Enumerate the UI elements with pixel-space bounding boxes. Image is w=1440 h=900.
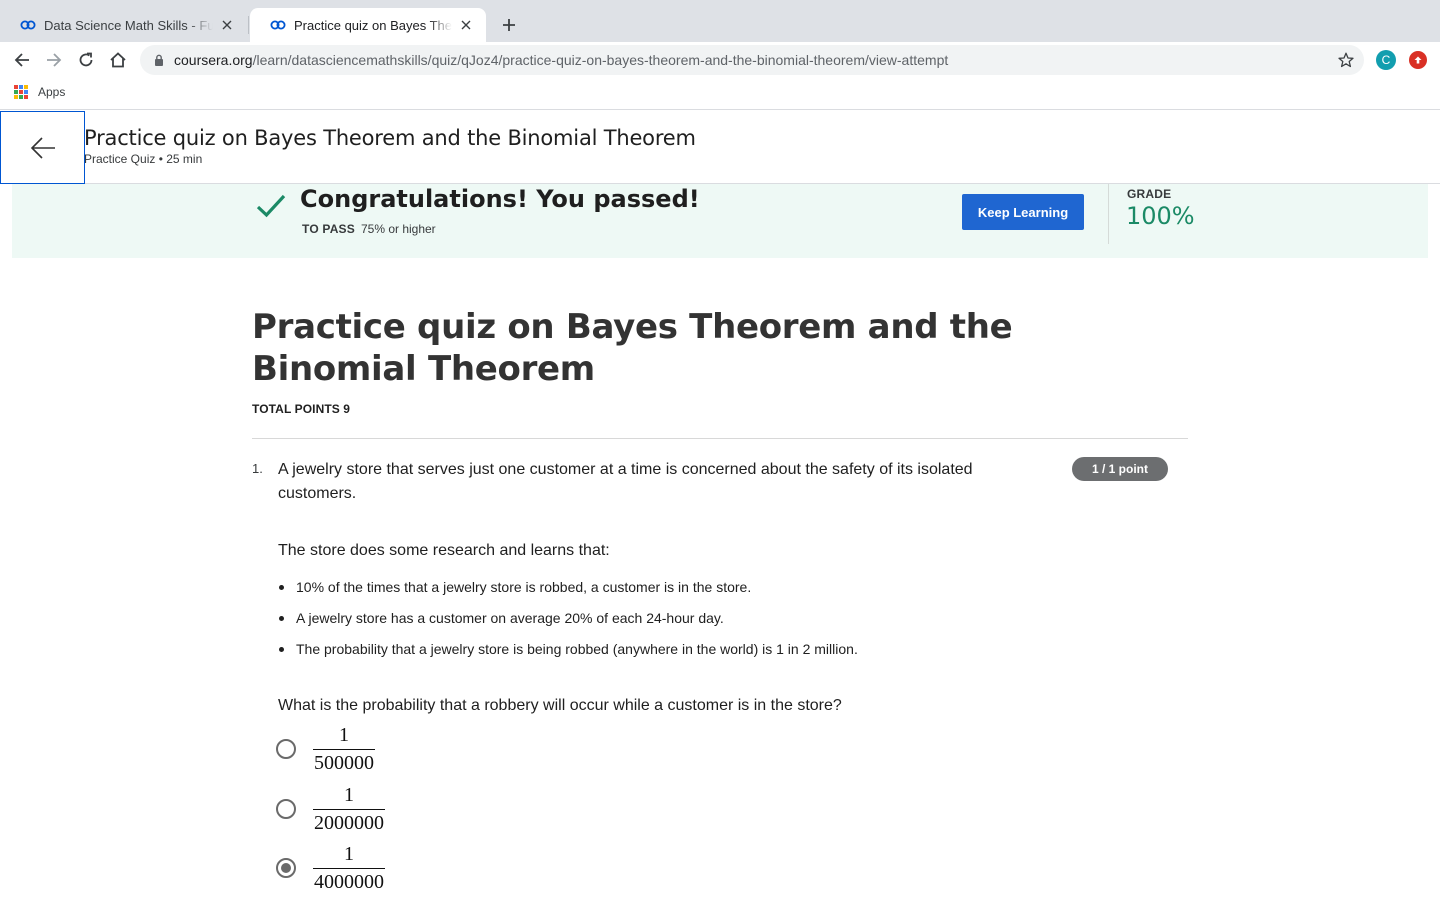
fraction-denominator: 4000000	[314, 871, 384, 893]
list-item: 10% of the times that a jewelry store is…	[278, 577, 1078, 608]
fact-text: The probability that a jewelry store is …	[296, 641, 858, 657]
reload-button[interactable]	[73, 47, 99, 73]
quiz-title: Practice quiz on Bayes Theorem and the B…	[252, 307, 1013, 389]
radio-fill	[281, 863, 291, 873]
fraction-denominator: 2000000	[314, 812, 384, 834]
fraction-numerator: 1	[339, 724, 349, 746]
url-text: coursera.org/learn/datasciencemathskills…	[174, 52, 948, 68]
divider	[252, 438, 1188, 439]
fraction-bar	[313, 749, 375, 750]
lock-icon	[152, 53, 166, 67]
home-button[interactable]	[105, 47, 131, 73]
browser-tab-data-science[interactable]: Data Science Math Skills - Fun	[0, 8, 247, 42]
browser-toolbar: coursera.org/learn/datasciencemathskills…	[0, 42, 1440, 78]
list-item: A jewelry store has a customer on averag…	[278, 608, 1078, 639]
fraction: 1 4000000	[313, 843, 385, 893]
url-host: coursera.org	[174, 52, 253, 68]
question-prompt: What is the probability that a robbery w…	[278, 697, 842, 714]
question-intro: The store does some research and learns …	[278, 542, 610, 559]
answer-option-3[interactable]: 1 4000000	[276, 843, 385, 893]
back-button[interactable]	[9, 47, 35, 73]
course-back-button[interactable]	[0, 111, 85, 184]
tab-title: Data Science Math Skills - Fun	[44, 17, 213, 33]
arrow-left-icon	[30, 136, 55, 159]
apps-label: Apps	[38, 85, 66, 99]
fraction-numerator: 1	[344, 843, 354, 865]
list-item: The probability that a jewelry store is …	[278, 639, 1078, 670]
tab-title: Practice quiz on Bayes Theorem	[294, 17, 452, 33]
question-number: 1.	[252, 461, 263, 476]
radio-button[interactable]	[276, 739, 296, 759]
profile-avatar[interactable]: C	[1376, 50, 1396, 70]
fraction-numerator: 1	[344, 784, 354, 806]
pass-message: Congratulations! You passed!	[300, 185, 700, 213]
browser-tab-strip: Data Science Math Skills - Fun Practice …	[0, 0, 1440, 42]
close-tab-icon[interactable]	[217, 15, 237, 35]
fraction-denominator: 500000	[314, 752, 374, 774]
answer-option-1[interactable]: 1 500000	[276, 724, 375, 774]
new-tab-button[interactable]	[496, 12, 522, 38]
answer-option-2[interactable]: 1 2000000	[276, 784, 385, 834]
banner-divider	[1108, 184, 1109, 244]
course-header: Practice quiz on Bayes Theorem and the B…	[0, 111, 1440, 184]
coursera-favicon-icon	[20, 17, 36, 33]
close-tab-icon[interactable]	[456, 15, 476, 35]
fact-text: A jewelry store has a customer on averag…	[296, 610, 724, 626]
radio-button[interactable]	[276, 799, 296, 819]
forward-button[interactable]	[41, 47, 67, 73]
extension-update-icon[interactable]	[1409, 51, 1427, 69]
bullet-icon	[279, 616, 284, 621]
fraction: 1 500000	[313, 724, 375, 774]
pass-threshold: TO PASS 75% or higher	[302, 222, 436, 236]
to-pass-label: TO PASS	[302, 222, 355, 236]
points-badge: 1 / 1 point	[1072, 457, 1168, 481]
radio-button-selected[interactable]	[276, 858, 296, 878]
plus-icon	[503, 19, 515, 31]
tab-divider	[248, 16, 249, 34]
apps-grid-icon	[14, 85, 28, 99]
home-icon	[110, 52, 126, 68]
address-bar[interactable]: coursera.org/learn/datasciencemathskills…	[140, 45, 1364, 75]
arrow-right-icon	[47, 53, 62, 67]
facts-list: 10% of the times that a jewelry store is…	[278, 577, 1078, 670]
grade-label: GRADE	[1127, 187, 1172, 201]
fact-text: 10% of the times that a jewelry store is…	[296, 579, 752, 595]
coursera-favicon-icon	[270, 17, 286, 33]
fraction-bar	[313, 809, 385, 810]
to-pass-value: 75% or higher	[360, 222, 436, 236]
keep-learning-button[interactable]: Keep Learning	[962, 194, 1084, 230]
browser-tab-practice-quiz[interactable]: Practice quiz on Bayes Theorem	[250, 8, 486, 42]
url-path: /learn/datasciencemathskills/quiz/qJoz4/…	[252, 52, 949, 68]
checkmark-icon	[256, 191, 286, 221]
total-points: TOTAL POINTS 9	[252, 402, 351, 416]
question-text: A jewelry store that serves just one cus…	[278, 461, 973, 502]
apps-shortcut[interactable]: Apps	[14, 85, 65, 99]
bookmark-star-icon[interactable]	[1336, 50, 1356, 70]
bullet-icon	[279, 647, 284, 652]
item-title: Practice quiz on Bayes Theorem and the B…	[84, 126, 696, 150]
item-subtitle: Practice Quiz • 25 min	[84, 152, 203, 166]
grade-value: 100%	[1126, 202, 1195, 230]
reload-icon	[79, 52, 93, 67]
arrow-left-icon	[14, 53, 29, 67]
bullet-icon	[279, 585, 284, 590]
pass-banner: Congratulations! You passed! TO PASS 75% …	[12, 184, 1428, 258]
fraction-bar	[313, 868, 385, 869]
fraction: 1 2000000	[313, 784, 385, 834]
bookmarks-bar: Apps	[0, 78, 1440, 110]
